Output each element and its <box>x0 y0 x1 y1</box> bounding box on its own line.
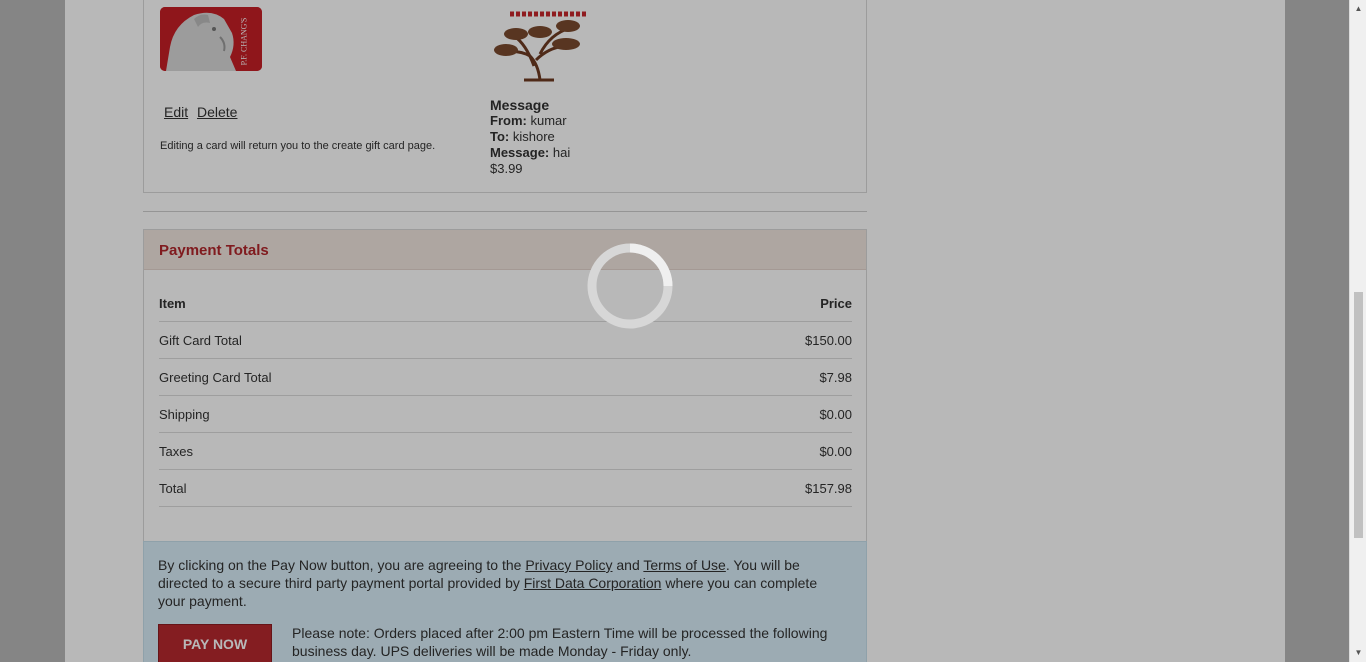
loading-spinner-icon <box>587 243 673 329</box>
vertical-scrollbar[interactable]: ▲ ▼ <box>1349 0 1366 662</box>
scrollbar-thumb[interactable] <box>1354 292 1363 538</box>
scroll-down-arrow-icon[interactable]: ▼ <box>1350 646 1366 660</box>
loading-overlay <box>0 0 1366 662</box>
scroll-up-arrow-icon[interactable]: ▲ <box>1350 2 1366 16</box>
